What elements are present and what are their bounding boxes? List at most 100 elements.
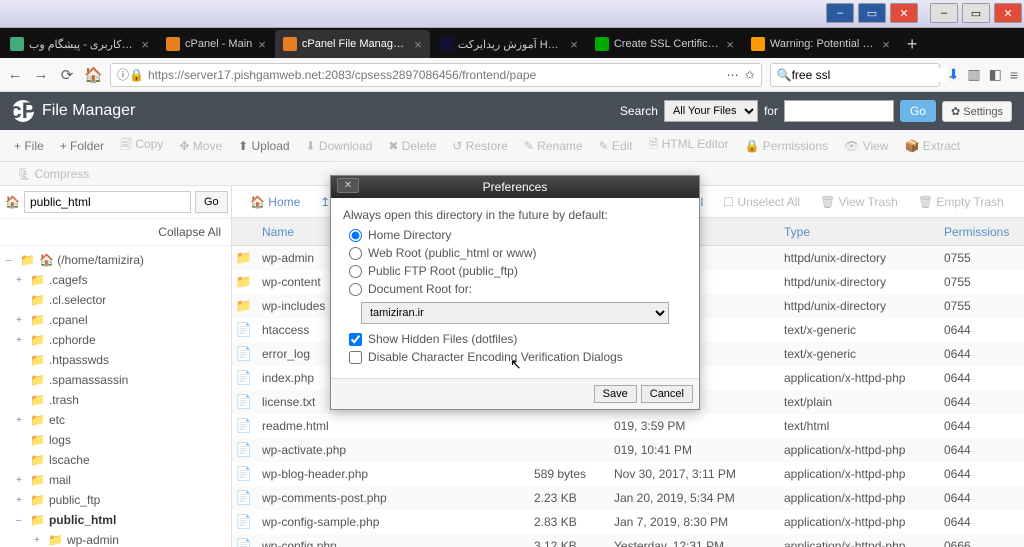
app-search-input[interactable]: [784, 100, 894, 122]
tree-node[interactable]: +📁.cphorde: [0, 330, 231, 350]
file-icon: 📄: [232, 346, 256, 362]
library-icon[interactable]: ▥: [967, 66, 980, 83]
ct-home[interactable]: 🏠 Home: [240, 195, 310, 209]
os-close[interactable]: ✕: [994, 3, 1022, 23]
file-row[interactable]: 📄wp-activate.php019, 10:41 PMapplication…: [232, 438, 1024, 462]
file-perm: 0755: [944, 299, 1024, 313]
radio-webroot[interactable]: [349, 247, 362, 260]
os-minimize[interactable]: –: [930, 3, 958, 23]
opt-docroot[interactable]: Document Root for:: [349, 282, 681, 296]
toolbar-btn[interactable]: + File: [6, 139, 52, 153]
opt-ftp-root[interactable]: Public FTP Root (public_ftp): [349, 264, 681, 278]
domain-select[interactable]: tamiziran.ir: [361, 302, 669, 324]
browser-tab[interactable]: Create SSL Certificate×: [587, 30, 742, 58]
url-input[interactable]: [148, 68, 727, 82]
path-go-button[interactable]: Go: [195, 191, 228, 213]
collapse-all[interactable]: Collapse All: [0, 219, 231, 246]
tree-twisty[interactable]: –: [6, 255, 16, 266]
tree-node[interactable]: 📁.spamassassin: [0, 370, 231, 390]
tab-close-icon[interactable]: ×: [726, 37, 734, 52]
sidebar-icon[interactable]: ◧: [989, 66, 1002, 83]
tree-node[interactable]: +📁.cagefs: [0, 270, 231, 290]
url-more-icon[interactable]: ⋯: [727, 68, 739, 82]
tab-close-icon[interactable]: ×: [414, 37, 422, 52]
toolbar-btn[interactable]: + Folder: [52, 139, 112, 153]
download-icon[interactable]: ⬇: [948, 66, 960, 83]
ff-close[interactable]: ✕: [890, 3, 918, 23]
tree-node[interactable]: –📁public_html: [0, 510, 231, 530]
tree-twisty[interactable]: +: [16, 335, 26, 346]
folder-icon: 📁: [30, 513, 45, 527]
nav-home[interactable]: 🏠: [84, 66, 102, 84]
opt-home-dir[interactable]: Home Directory: [349, 228, 681, 242]
app-go-button[interactable]: Go: [900, 100, 936, 122]
file-row[interactable]: 📄wp-config.php3.12 KBYesterday, 12:31 PM…: [232, 534, 1024, 547]
ff-maximize[interactable]: ▭: [858, 3, 886, 23]
nav-reload[interactable]: ⟳: [58, 66, 76, 84]
tree-node[interactable]: 📁.cl.selector: [0, 290, 231, 310]
path-input[interactable]: [24, 191, 191, 213]
search-filter[interactable]: All Your Files: [664, 100, 758, 122]
ct-emptytrash[interactable]: 🗑 Empty Trash: [908, 195, 1014, 209]
tab-close-icon[interactable]: ×: [882, 37, 890, 52]
browser-search[interactable]: 🔍 →: [770, 63, 940, 87]
nav-back[interactable]: ←: [6, 66, 24, 83]
radio-docroot[interactable]: [349, 283, 362, 296]
tree-twisty[interactable]: +: [16, 495, 26, 506]
tree-twisty[interactable]: –: [16, 515, 26, 526]
browser-tab[interactable]: cPanel File Manager v3×: [275, 30, 430, 58]
menu-icon[interactable]: ≡: [1010, 67, 1018, 83]
tree-node[interactable]: +📁mail: [0, 470, 231, 490]
tree-twisty[interactable]: +: [16, 275, 26, 286]
os-maximize[interactable]: ▭: [962, 3, 990, 23]
ct-unselect[interactable]: ☐ Unselect All: [713, 195, 810, 209]
home-icon[interactable]: 🏠: [5, 195, 20, 209]
radio-ftp[interactable]: [349, 265, 362, 278]
opt-web-root[interactable]: Web Root (public_html or www): [349, 246, 681, 260]
ff-minimize[interactable]: –: [826, 3, 854, 23]
radio-home[interactable]: [349, 229, 362, 242]
file-row[interactable]: 📄readme.html019, 3:59 PMtext/html0644: [232, 414, 1024, 438]
tab-close-icon[interactable]: ×: [141, 37, 149, 52]
browser-tab[interactable]: cPanel - Main×: [158, 30, 274, 58]
tree-node[interactable]: 📁lscache: [0, 450, 231, 470]
nav-forward[interactable]: →: [32, 66, 50, 83]
tree-node[interactable]: 📁.trash: [0, 390, 231, 410]
tree-twisty[interactable]: +: [16, 315, 26, 326]
url-box[interactable]: ⓘ 🔒 ⋯ ✩: [110, 63, 762, 87]
th-type[interactable]: Type: [784, 225, 944, 239]
tree-node[interactable]: 📁logs: [0, 430, 231, 450]
tab-close-icon[interactable]: ×: [258, 37, 266, 52]
tab-close-icon[interactable]: ×: [570, 37, 578, 52]
file-row[interactable]: 📄wp-config-sample.php2.83 KBJan 7, 2019,…: [232, 510, 1024, 534]
file-row[interactable]: 📄wp-blog-header.php589 bytesNov 30, 2017…: [232, 462, 1024, 486]
browser-tab[interactable]: Warning: Potential Secur×: [743, 30, 898, 58]
new-tab-button[interactable]: +: [899, 30, 926, 58]
tree-node[interactable]: +📁.cpanel: [0, 310, 231, 330]
save-button[interactable]: Save: [594, 385, 637, 403]
chk-encoding[interactable]: Disable Character Encoding Verification …: [349, 350, 681, 364]
file-row[interactable]: 📄wp-comments-post.php2.23 KBJan 20, 2019…: [232, 486, 1024, 510]
chk-hidden[interactable]: Show Hidden Files (dotfiles): [349, 332, 681, 346]
checkbox-encoding[interactable]: [349, 351, 362, 364]
ct-viewtrash[interactable]: 🗑 View Trash: [810, 195, 908, 209]
file-perm: 0644: [944, 347, 1024, 361]
tree-twisty[interactable]: +: [16, 415, 26, 426]
tree-node[interactable]: +📁public_ftp: [0, 490, 231, 510]
th-perm[interactable]: Permissions: [944, 225, 1024, 239]
tree-node[interactable]: +📁wp-admin: [0, 530, 231, 547]
modal-close-button[interactable]: ✕: [337, 178, 359, 193]
toolbar-btn[interactable]: ⬆ Upload: [230, 139, 297, 153]
tree-twisty[interactable]: +: [16, 475, 26, 486]
cancel-button[interactable]: Cancel: [641, 385, 693, 403]
browser-tab[interactable]: آموزش ریدایرکت HTTP به PS×: [431, 30, 586, 58]
settings-button[interactable]: ✿ Settings: [942, 101, 1012, 122]
browser-search-input[interactable]: [792, 68, 947, 82]
tree-node[interactable]: –📁🏠 (/home/tamizira): [0, 250, 231, 270]
browser-tab[interactable]: ناحیه کاربری - پیشگام وب×: [2, 30, 157, 58]
url-star-icon[interactable]: ✩: [745, 68, 755, 82]
tree-twisty[interactable]: +: [34, 535, 44, 546]
checkbox-hidden[interactable]: [349, 333, 362, 346]
tree-node[interactable]: +📁etc: [0, 410, 231, 430]
tree-node[interactable]: 📁.htpasswds: [0, 350, 231, 370]
